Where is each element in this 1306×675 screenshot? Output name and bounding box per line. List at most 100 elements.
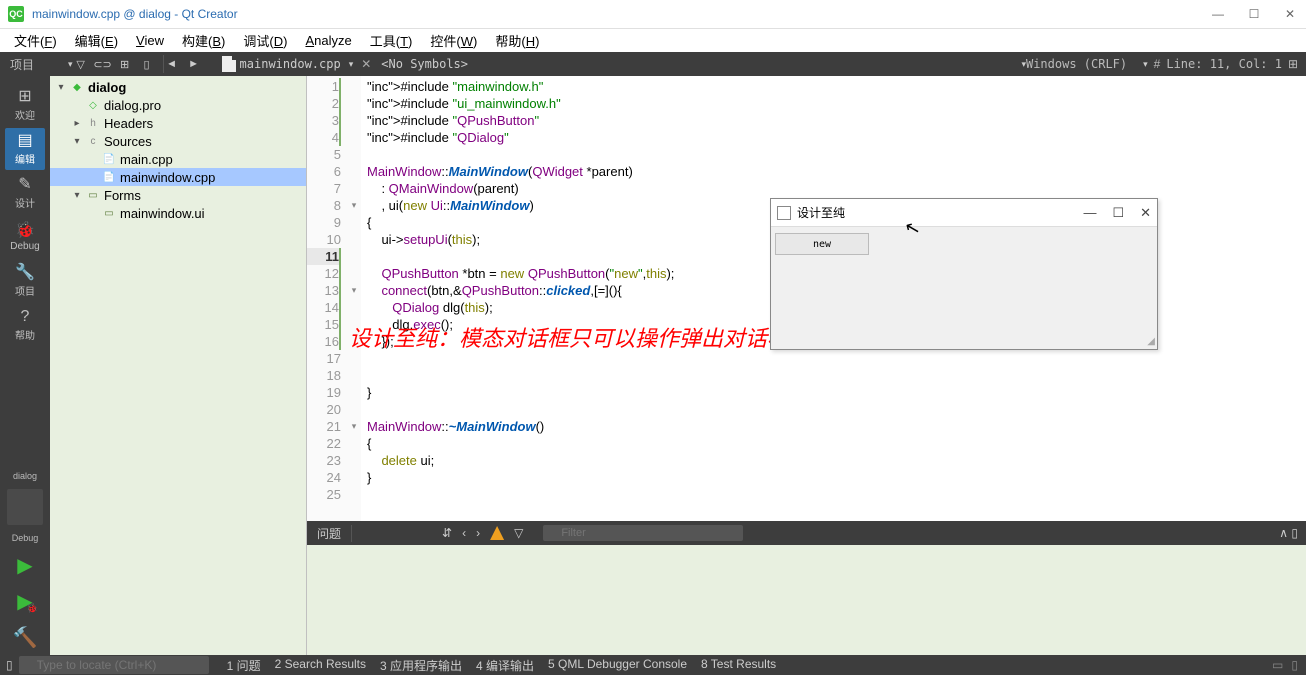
close-file-icon[interactable]: ✕ xyxy=(361,57,371,71)
source-folder-icon: c xyxy=(86,134,100,148)
line-col-indicator[interactable]: Line: 11, Col: 1 xyxy=(1166,57,1282,71)
problems-label[interactable]: 问题 xyxy=(307,525,352,542)
mode-bar: ⊞欢迎 ▤编辑 ✎设计 🐞Debug 🔧项目 ?帮助 dialog Debug … xyxy=(0,76,50,655)
grid-icon: ⊞ xyxy=(18,89,31,105)
next-issue-icon[interactable]: › xyxy=(476,526,480,540)
tree-mainwindow-cpp[interactable]: 📄mainwindow.cpp xyxy=(50,168,306,186)
minimize-button[interactable]: — xyxy=(1210,7,1226,21)
menu-view[interactable]: View xyxy=(128,31,172,50)
dialog-title: 设计至纯 xyxy=(797,204,845,221)
warning-icon[interactable] xyxy=(490,526,504,540)
build-button[interactable]: 🔨 xyxy=(10,622,40,652)
bug-icon: 🐞 xyxy=(15,223,35,239)
fold-column[interactable]: ▾▾▾ xyxy=(347,76,361,521)
sidebar-toggle-icon[interactable]: ▯ xyxy=(6,658,13,672)
locator-input[interactable] xyxy=(19,656,209,674)
dialog-minimize[interactable]: — xyxy=(1083,205,1096,221)
mode-projects[interactable]: 🔧项目 xyxy=(5,260,45,302)
nav-back-icon[interactable]: ◄ xyxy=(164,56,180,72)
tree-project-root[interactable]: ▾◆dialog xyxy=(50,78,306,96)
pro-file-icon: ◇ xyxy=(86,98,100,112)
problems-toolbar: 问题 ⇵ ‹ › ▽ ∧ ▯ xyxy=(307,521,1306,545)
enc-dropdown[interactable]: ▾ xyxy=(1143,59,1148,70)
menu-bar: 文件(F) 编辑(E) View 构建(B) 调试(D) Analyze 工具(… xyxy=(0,28,1306,52)
popup-dialog[interactable]: 设计至纯 — ☐ ✕ new ◢ xyxy=(770,198,1158,350)
nav-fwd-icon[interactable]: ► xyxy=(186,56,202,72)
dialog-icon xyxy=(777,206,791,220)
sb-split-icon[interactable]: ▯ xyxy=(1291,658,1298,672)
tree-pro-file[interactable]: ◇dialog.pro xyxy=(50,96,306,114)
dialog-maximize[interactable]: ☐ xyxy=(1112,205,1124,221)
sb-compile-output[interactable]: 4 编译输出 xyxy=(476,657,534,674)
encoding-label[interactable]: Windows (CRLF) xyxy=(1026,57,1127,71)
sort-icon[interactable]: ⇵ xyxy=(442,526,452,540)
menu-debug[interactable]: 调试(D) xyxy=(235,29,295,52)
sb-progress-icon[interactable]: ▭ xyxy=(1272,658,1283,672)
dialog-titlebar[interactable]: 设计至纯 — ☐ ✕ xyxy=(771,199,1157,227)
project-pane-label: 项目 xyxy=(0,56,60,73)
dialog-close[interactable]: ✕ xyxy=(1140,205,1151,221)
project-pane: ▾◆dialog ◇dialog.pro ▸hHeaders ▾cSources… xyxy=(50,76,307,655)
problems-filter-input[interactable] xyxy=(543,525,743,541)
edit-icon: ▤ xyxy=(17,133,32,149)
sb-test-results[interactable]: 8 Test Results xyxy=(701,657,776,674)
sb-qml-console[interactable]: 5 QML Debugger Console xyxy=(548,657,687,674)
menu-help[interactable]: 帮助(H) xyxy=(487,29,547,52)
app-icon: QC xyxy=(8,6,24,22)
ui-file-icon: ▭ xyxy=(102,206,116,220)
line-number-icon[interactable]: # xyxy=(1154,57,1161,71)
menu-widgets[interactable]: 控件(W) xyxy=(422,29,485,52)
help-icon: ? xyxy=(21,309,30,325)
problems-pane[interactable] xyxy=(307,545,1306,655)
line-gutter: 1234567891011121314151617181920212223242… xyxy=(307,76,347,521)
tree-sources-folder[interactable]: ▾cSources xyxy=(50,132,306,150)
mode-edit[interactable]: ▤编辑 xyxy=(5,128,45,170)
mode-welcome[interactable]: ⊞欢迎 xyxy=(5,84,45,126)
code-content[interactable]: "inc">#include "mainwindow.h""inc">#incl… xyxy=(361,76,674,521)
tree-mainwindow-ui[interactable]: ▭mainwindow.ui xyxy=(50,204,306,222)
resize-grip-icon[interactable]: ◢ xyxy=(1147,336,1155,347)
menu-tools[interactable]: 工具(T) xyxy=(362,29,421,52)
header-folder-icon: h xyxy=(86,116,100,130)
tree-main-cpp[interactable]: 📄main.cpp xyxy=(50,150,306,168)
file-dropdown[interactable]: ▾ xyxy=(349,59,354,70)
mode-help[interactable]: ?帮助 xyxy=(5,304,45,346)
wrench-icon: 🔧 xyxy=(15,265,35,281)
annotation-overlay: 设计至纯：模态对话框只可以操作弹出对话框 xyxy=(349,321,789,353)
mode-design[interactable]: ✎设计 xyxy=(5,172,45,214)
tree-headers-folder[interactable]: ▸hHeaders xyxy=(50,114,306,132)
forms-folder-icon: ▭ xyxy=(86,188,100,202)
file-icon xyxy=(222,56,236,72)
add-icon[interactable]: ⊞ xyxy=(117,56,133,72)
sb-app-output[interactable]: 3 应用程序输出 xyxy=(380,657,462,674)
editor-pane: 1234567891011121314151617181920212223242… xyxy=(307,76,1306,655)
menu-analyze[interactable]: Analyze xyxy=(297,31,359,50)
dialog-new-button[interactable]: new xyxy=(775,233,869,255)
problems-menu-icon[interactable]: ∧ ▯ xyxy=(1271,526,1306,540)
cpp-file-icon: 📄 xyxy=(102,152,116,166)
filter-toggle-icon[interactable]: ▽ xyxy=(514,526,523,540)
open-file-name[interactable]: mainwindow.cpp xyxy=(240,57,341,71)
run-debug-button[interactable]: ▶🐞 xyxy=(10,586,40,616)
cpp-file-icon: 📄 xyxy=(102,170,116,184)
prev-issue-icon[interactable]: ‹ xyxy=(462,526,466,540)
target-selector[interactable] xyxy=(7,489,43,525)
sb-search-results[interactable]: 2 Search Results xyxy=(275,657,366,674)
menu-file[interactable]: 文件(F) xyxy=(6,29,65,52)
filter-icon[interactable]: ▽ xyxy=(73,56,89,72)
menu-build[interactable]: 构建(B) xyxy=(174,29,233,52)
mode-debug[interactable]: 🐞Debug xyxy=(5,216,45,258)
close-button[interactable]: ✕ xyxy=(1282,7,1298,21)
run-button[interactable]: ▶ xyxy=(10,550,40,580)
link-icon[interactable]: ⊂⊃ xyxy=(95,56,111,72)
split-icon[interactable]: ▯ xyxy=(139,56,155,72)
pencil-icon: ✎ xyxy=(18,177,31,193)
maximize-button[interactable]: ☐ xyxy=(1246,7,1262,21)
split-editor-icon[interactable]: ⊞ xyxy=(1288,57,1298,71)
menu-edit[interactable]: 编辑(E) xyxy=(67,29,126,52)
symbols-selector[interactable]: <No Symbols> xyxy=(381,57,468,71)
target-name: dialog xyxy=(9,467,41,485)
sb-issues[interactable]: 1 问题 xyxy=(227,657,261,674)
project-icon: ◆ xyxy=(70,80,84,94)
tree-forms-folder[interactable]: ▾▭Forms xyxy=(50,186,306,204)
